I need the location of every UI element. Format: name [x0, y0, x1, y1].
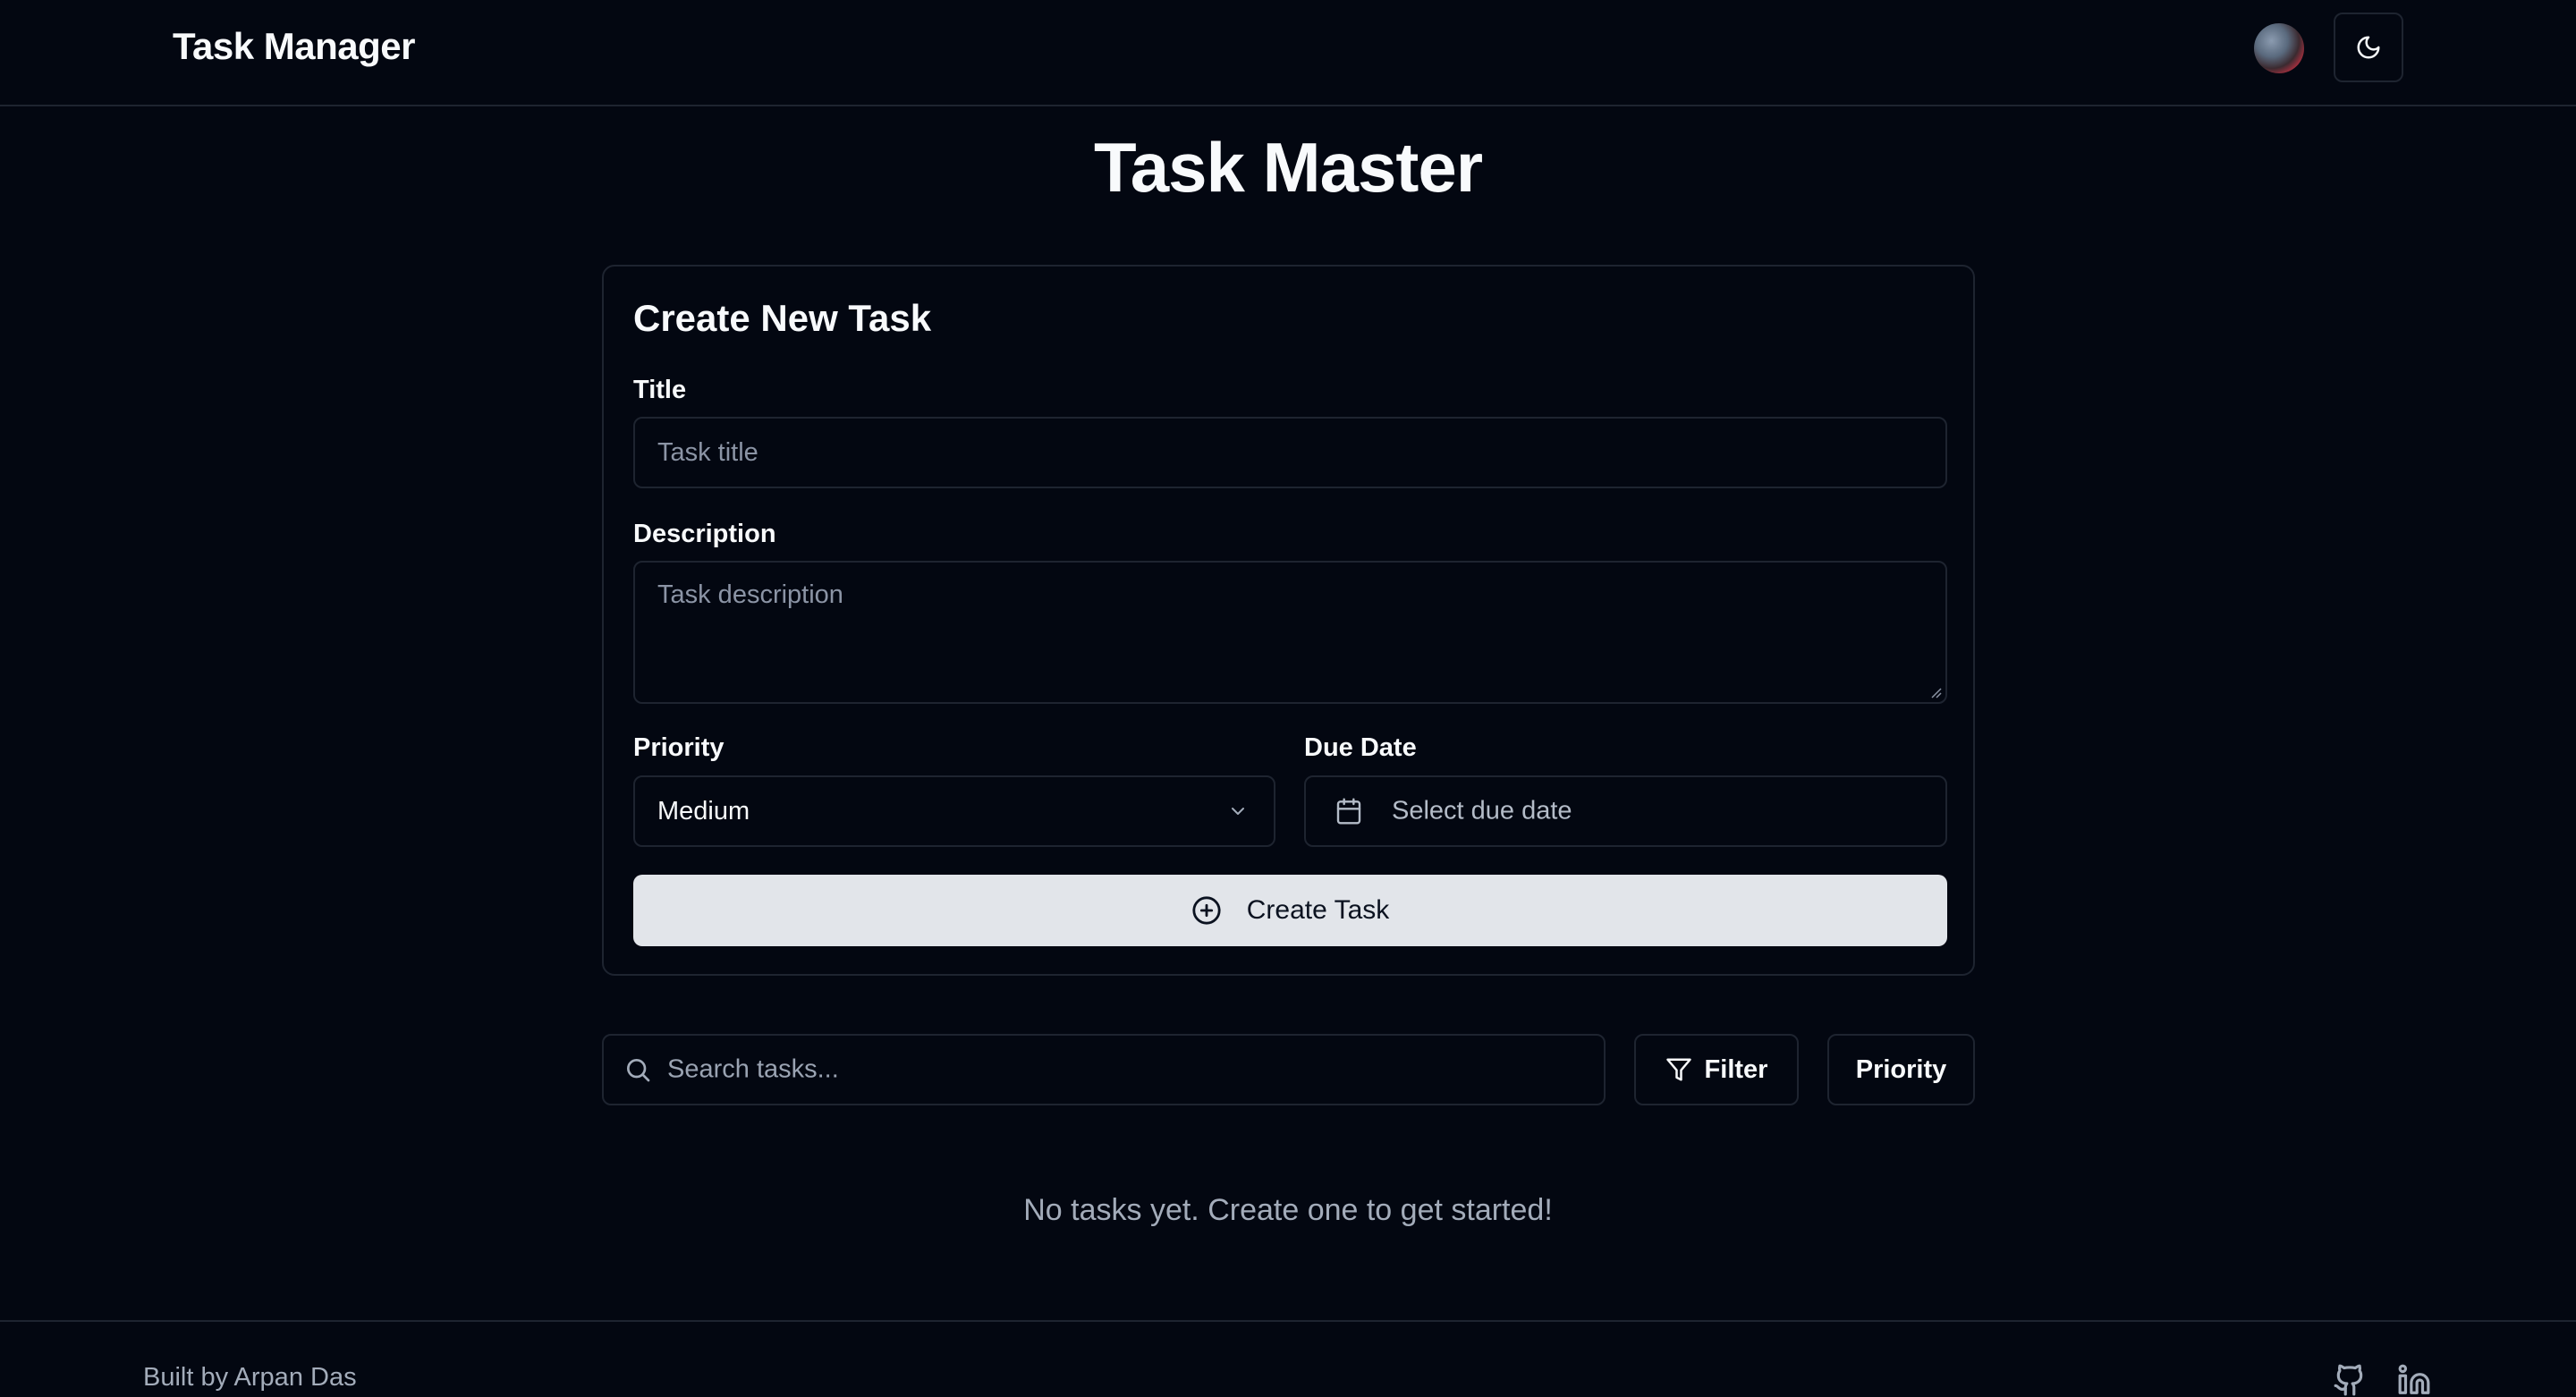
- filter-button-label: Filter: [1704, 1054, 1768, 1084]
- priority-button-label: Priority: [1855, 1054, 1947, 1084]
- avatar[interactable]: [2254, 23, 2304, 73]
- create-task-card: Create New Task Title Task title Descrip…: [602, 265, 1975, 976]
- title-label: Title: [633, 376, 687, 404]
- page-title: Task Master: [1093, 128, 1483, 207]
- empty-state-message: No tasks yet. Create one to get started!: [1023, 1193, 1553, 1227]
- description-label: Description: [633, 520, 776, 548]
- priority-label: Priority: [633, 733, 724, 762]
- linkedin-icon[interactable]: [2396, 1363, 2432, 1397]
- description-textarea[interactable]: Task description: [633, 561, 1947, 704]
- priority-select[interactable]: Medium: [633, 775, 1275, 847]
- theme-toggle-button[interactable]: [2334, 13, 2403, 82]
- footer: Built by Arpan Das: [0, 1320, 2576, 1397]
- description-placeholder: Task description: [657, 580, 843, 609]
- moon-icon: [2357, 36, 2380, 59]
- chevron-down-icon: [1232, 808, 1244, 815]
- calendar-icon: [1336, 798, 1361, 825]
- title-input-placeholder: Task title: [657, 437, 758, 467]
- due-date-placeholder: Select due date: [1392, 796, 1572, 826]
- priority-sort-button[interactable]: Priority: [1827, 1034, 1975, 1105]
- filter-button[interactable]: Filter: [1634, 1034, 1799, 1105]
- top-navbar: Task Manager: [0, 0, 2576, 106]
- footer-credit: Built by Arpan Das: [143, 1363, 357, 1392]
- plus-circle-icon: [1192, 896, 1221, 925]
- filter-icon: [1665, 1058, 1691, 1081]
- search-placeholder: Search tasks...: [667, 1054, 839, 1084]
- title-input[interactable]: Task title: [633, 417, 1947, 488]
- create-task-button-label: Create Task: [1246, 895, 1390, 925]
- card-title: Create New Task: [633, 297, 932, 339]
- due-date-picker[interactable]: Select due date: [1304, 775, 1947, 847]
- priority-select-value: Medium: [657, 796, 750, 826]
- resize-handle-icon[interactable]: [1929, 686, 1942, 698]
- search-icon: [627, 1059, 650, 1082]
- brand-title[interactable]: Task Manager: [173, 25, 416, 68]
- search-input[interactable]: Search tasks...: [602, 1034, 1606, 1105]
- due-date-label: Due Date: [1304, 733, 1417, 762]
- create-task-button[interactable]: Create Task: [633, 875, 1947, 946]
- github-icon[interactable]: [2332, 1363, 2368, 1397]
